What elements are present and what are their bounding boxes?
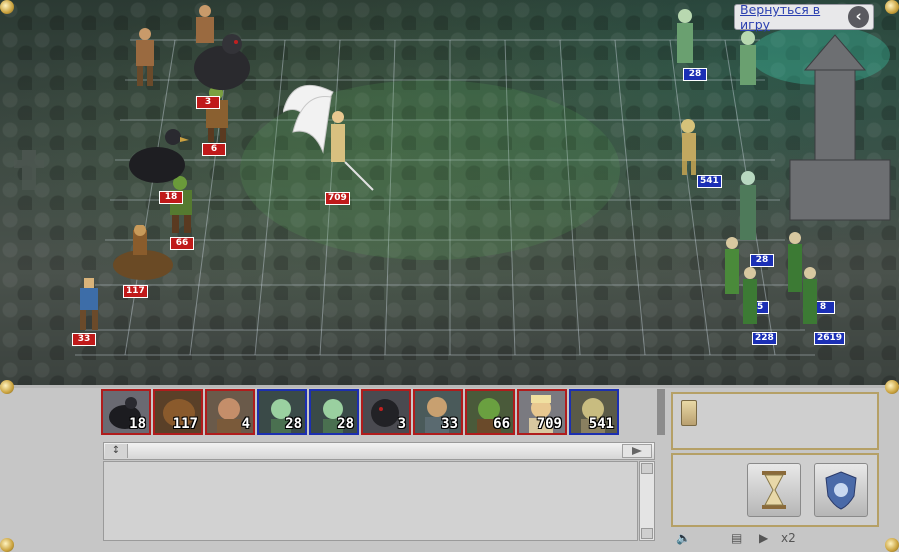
unit-count: 18 [159, 191, 183, 204]
queue-count: 541 [588, 416, 614, 432]
queue-slot-angel[interactable]: 709 [517, 389, 567, 435]
shield-icon [825, 471, 857, 510]
queue-count: 4 [241, 416, 250, 432]
speed-label[interactable]: x2 [781, 531, 796, 545]
battle-log [103, 461, 638, 541]
queue-count: 66 [493, 416, 510, 432]
unit-count: 66 [170, 237, 194, 250]
unit-count: 709 [325, 192, 350, 205]
elf-hunter-unit[interactable]: 2619 [790, 265, 846, 345]
spellbook-icon[interactable]: ▤ [731, 531, 742, 545]
frame-corner [0, 380, 14, 394]
defend-button[interactable] [814, 463, 868, 517]
dryad-unit-2 [728, 30, 768, 94]
back-to-game-label: Вернуться в игру [740, 2, 821, 32]
ogre-unit-2 [190, 5, 220, 54]
queue-count: 709 [536, 416, 562, 432]
queue-slot-thunderbird[interactable]: 18 [101, 389, 151, 435]
frame-corner [885, 0, 899, 14]
thunderbird-unit[interactable]: 18 [125, 125, 190, 204]
queue-count: 28 [285, 416, 302, 432]
unit-count: 6 [202, 143, 226, 156]
queue-slot-black-beast[interactable]: 3 [361, 389, 411, 435]
scroll-up-button[interactable] [641, 463, 653, 474]
unit-count: 3 [196, 96, 220, 109]
bottom-controls: 🔈 ▤ ▶ x2 [671, 530, 899, 550]
scroll-down-button[interactable] [641, 528, 653, 539]
hourglass-icon [762, 471, 786, 509]
queue-count: 3 [397, 416, 406, 432]
unit-count: 2619 [814, 332, 846, 345]
queue-slot-orc[interactable]: 66 [465, 389, 515, 435]
turn-queue: 18 117 4 28 28 3 33 66 709 541 [101, 389, 619, 437]
action-panel [671, 453, 879, 527]
dryad-unit[interactable]: 28 [665, 8, 707, 81]
play-icon[interactable]: ▶ [759, 531, 768, 545]
queue-scrollbar[interactable] [657, 389, 665, 435]
hourglass-icon [681, 400, 697, 426]
send-button[interactable] [622, 444, 652, 458]
centaur-unit[interactable]: 33 [70, 278, 106, 346]
chat-mode-icon[interactable]: ↕ [105, 444, 128, 458]
unit-count: 33 [72, 333, 96, 346]
battlefield[interactable]: 33 117 66 18 6 3 709 28 541 28 228 8 261… [0, 0, 899, 388]
queue-slot-skeleton[interactable]: 541 [569, 389, 619, 435]
log-scrollbar[interactable] [639, 461, 655, 541]
queue-slot-boar-rider[interactable]: 117 [153, 389, 203, 435]
angel-unit[interactable]: 709 [282, 72, 378, 205]
frame-corner [0, 538, 14, 552]
queue-slot-ogre[interactable]: 4 [205, 389, 255, 435]
unit-count: 228 [752, 332, 777, 345]
speaker-icon[interactable]: 🔈 [676, 531, 691, 545]
queue-count: 117 [172, 416, 198, 432]
back-to-game-button[interactable]: Вернуться в игру ‹ [734, 2, 874, 32]
ogre-unit [130, 28, 160, 92]
queue-slot-dryad[interactable]: 28 [257, 389, 307, 435]
queue-slot-centaur[interactable]: 33 [413, 389, 463, 435]
unit-count: 28 [683, 68, 707, 81]
queue-count: 33 [441, 416, 458, 432]
frame-corner [0, 0, 14, 14]
wait-button[interactable] [747, 463, 801, 517]
queue-count: 18 [129, 416, 146, 432]
unit-count: 541 [697, 175, 722, 188]
queue-slot-dryad-2[interactable]: 28 [309, 389, 359, 435]
chat-input[interactable]: ↕ [103, 442, 655, 460]
skeleton-unit[interactable]: 541 [670, 118, 722, 188]
frame-corner [885, 380, 899, 394]
chevron-left-icon[interactable]: ‹ [848, 6, 869, 28]
archer-group-unit[interactable]: 228 [728, 265, 778, 345]
unit-count: 117 [123, 285, 148, 298]
queue-count: 28 [337, 416, 354, 432]
unit-info-panel [671, 392, 879, 450]
